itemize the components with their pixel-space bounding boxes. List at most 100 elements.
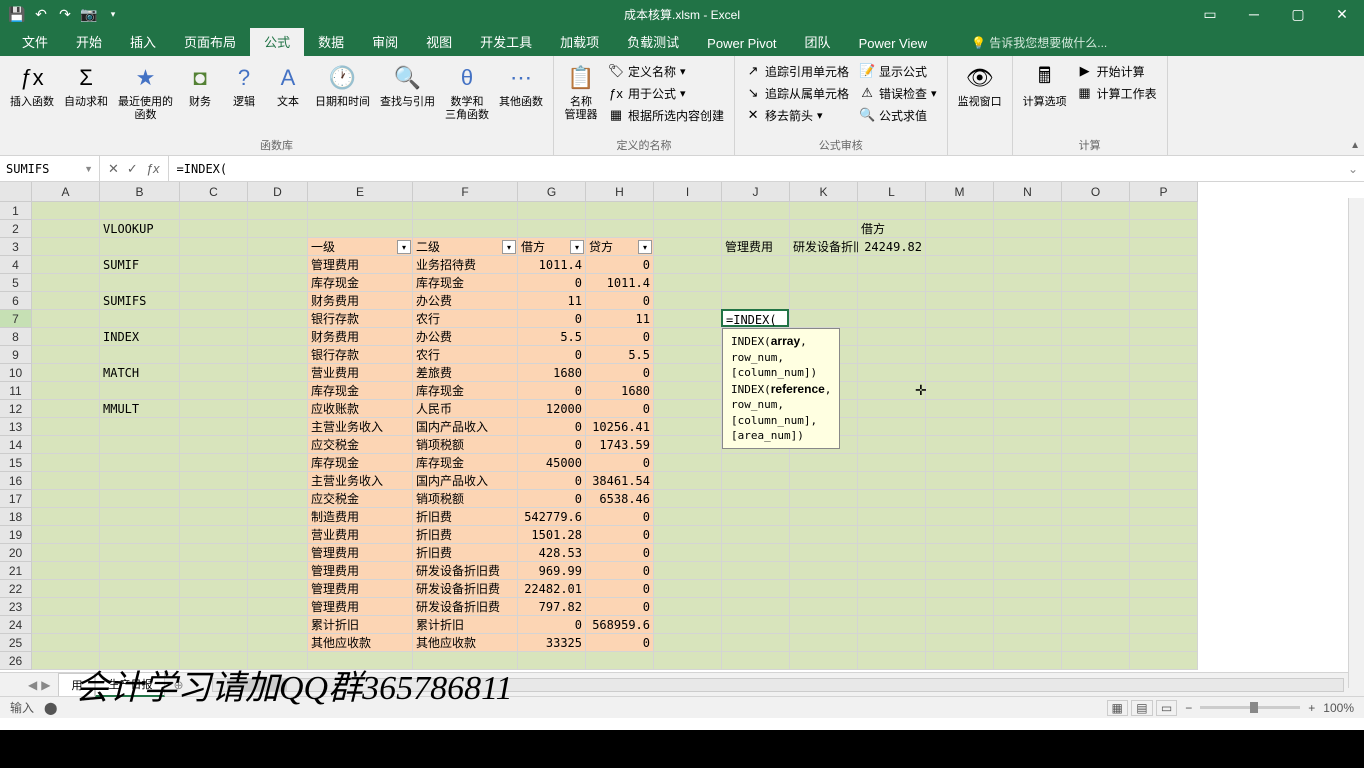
- cell-E20[interactable]: 管理费用: [308, 544, 413, 562]
- cell-G10[interactable]: 1680: [518, 364, 586, 382]
- cell-E23[interactable]: 管理费用: [308, 598, 413, 616]
- undo-icon[interactable]: ↶: [30, 3, 52, 25]
- row-header-19[interactable]: 19: [0, 526, 32, 544]
- row-header-26[interactable]: 26: [0, 652, 32, 670]
- cell-F23[interactable]: 研发设备折旧费: [413, 598, 518, 616]
- cell-G5[interactable]: 0: [518, 274, 586, 292]
- col-header-H[interactable]: H: [586, 182, 654, 202]
- ribbon-options-icon[interactable]: ▭: [1188, 0, 1232, 28]
- show-formulas-button[interactable]: 📝显示公式: [855, 60, 941, 82]
- normal-view-icon[interactable]: ▦: [1107, 700, 1128, 716]
- tab-view[interactable]: 视图: [412, 27, 466, 56]
- cell-G15[interactable]: 45000: [518, 454, 586, 472]
- cell-F14[interactable]: 销项税额: [413, 436, 518, 454]
- filter-dropdown-E[interactable]: ▾: [397, 240, 411, 254]
- row-header-24[interactable]: 24: [0, 616, 32, 634]
- cell-F12[interactable]: 人民币: [413, 400, 518, 418]
- qat-dropdown-icon[interactable]: ▾: [102, 3, 124, 25]
- zoom-in-icon[interactable]: +: [1308, 701, 1315, 715]
- cell-H25[interactable]: 0: [586, 634, 654, 652]
- cell-L2[interactable]: 借方: [858, 220, 926, 238]
- cell-G23[interactable]: 797.82: [518, 598, 586, 616]
- cell-E22[interactable]: 管理费用: [308, 580, 413, 598]
- row-header-9[interactable]: 9: [0, 346, 32, 364]
- sheet-nav[interactable]: ◀▶: [20, 678, 58, 692]
- cell-B2[interactable]: VLOOKUP: [100, 220, 180, 238]
- tab-page-layout[interactable]: 页面布局: [170, 27, 250, 56]
- row-header-16[interactable]: 16: [0, 472, 32, 490]
- col-header-J[interactable]: J: [722, 182, 790, 202]
- select-all-button[interactable]: [0, 182, 32, 202]
- page-layout-icon[interactable]: ▤: [1131, 700, 1152, 716]
- cell-H8[interactable]: 0: [586, 328, 654, 346]
- name-box-dropdown-icon[interactable]: ▼: [84, 164, 93, 174]
- row-header-13[interactable]: 13: [0, 418, 32, 436]
- cell-G12[interactable]: 12000: [518, 400, 586, 418]
- cell-E19[interactable]: 营业费用: [308, 526, 413, 544]
- cell-F10[interactable]: 差旅费: [413, 364, 518, 382]
- tab-review[interactable]: 审阅: [358, 27, 412, 56]
- tab-power-view[interactable]: Power View: [845, 31, 941, 56]
- row-header-14[interactable]: 14: [0, 436, 32, 454]
- cancel-formula-icon[interactable]: ✕: [108, 161, 119, 177]
- cell-F6[interactable]: 办公费: [413, 292, 518, 310]
- cell-B8[interactable]: INDEX: [100, 328, 180, 346]
- recent-functions-button[interactable]: ★最近使用的 函数: [114, 60, 177, 124]
- cell-E5[interactable]: 库存现金: [308, 274, 413, 292]
- cell-F18[interactable]: 折旧费: [413, 508, 518, 526]
- row-header-15[interactable]: 15: [0, 454, 32, 472]
- row-header-3[interactable]: 3: [0, 238, 32, 256]
- sheet-tab-1[interactable]: 用: [58, 673, 95, 696]
- cell-G9[interactable]: 0: [518, 346, 586, 364]
- cell-H19[interactable]: 0: [586, 526, 654, 544]
- more-functions-button[interactable]: ⋯其他函数: [495, 60, 547, 124]
- row-header-4[interactable]: 4: [0, 256, 32, 274]
- camera-icon[interactable]: 📷: [78, 3, 100, 25]
- add-sheet-icon[interactable]: ⊕: [165, 678, 191, 692]
- cell-E11[interactable]: 库存现金: [308, 382, 413, 400]
- col-header-I[interactable]: I: [654, 182, 722, 202]
- cell-F5[interactable]: 库存现金: [413, 274, 518, 292]
- cell-G17[interactable]: 0: [518, 490, 586, 508]
- cell-H22[interactable]: 0: [586, 580, 654, 598]
- cell-H23[interactable]: 0: [586, 598, 654, 616]
- col-header-M[interactable]: M: [926, 182, 994, 202]
- calc-now-button[interactable]: ▶开始计算: [1073, 60, 1161, 82]
- insert-function-button[interactable]: ƒx插入函数: [6, 60, 58, 124]
- zoom-level[interactable]: 100%: [1323, 701, 1354, 715]
- cell-F25[interactable]: 其他应收款: [413, 634, 518, 652]
- remove-arrows-button[interactable]: ✕移去箭头 ▾: [741, 104, 853, 126]
- financial-button[interactable]: ◘财务: [179, 60, 221, 124]
- row-header-12[interactable]: 12: [0, 400, 32, 418]
- cell-F13[interactable]: 国内产品收入: [413, 418, 518, 436]
- watch-window-button[interactable]: 👁监视窗口: [954, 60, 1006, 111]
- formula-input[interactable]: =INDEX(: [169, 162, 1342, 176]
- cell-E24[interactable]: 累计折旧: [308, 616, 413, 634]
- row-header-7[interactable]: 7: [0, 310, 32, 328]
- cell-E6[interactable]: 财务费用: [308, 292, 413, 310]
- cell-F16[interactable]: 国内产品收入: [413, 472, 518, 490]
- calc-options-button[interactable]: 🖩计算选项: [1019, 60, 1071, 111]
- row-header-5[interactable]: 5: [0, 274, 32, 292]
- cell-H4[interactable]: 0: [586, 256, 654, 274]
- use-in-formula-button[interactable]: ƒx用于公式 ▾: [604, 82, 728, 104]
- tab-power-pivot[interactable]: Power Pivot: [693, 31, 790, 56]
- cell-H9[interactable]: 5.5: [586, 346, 654, 364]
- cell-B12[interactable]: MMULT: [100, 400, 180, 418]
- lookup-button[interactable]: 🔍查找与引用: [376, 60, 439, 124]
- cell-E10[interactable]: 营业费用: [308, 364, 413, 382]
- tab-developer[interactable]: 开发工具: [466, 27, 546, 56]
- maximize-icon[interactable]: ▢: [1276, 0, 1320, 28]
- name-manager-button[interactable]: 📋名称 管理器: [560, 60, 602, 126]
- filter-dropdown-F[interactable]: ▾: [502, 240, 516, 254]
- cell-H24[interactable]: 568959.6: [586, 616, 654, 634]
- vertical-scrollbar[interactable]: [1348, 198, 1364, 688]
- col-header-A[interactable]: A: [32, 182, 100, 202]
- trace-dependents-button[interactable]: ↘追踪从属单元格: [741, 82, 853, 104]
- close-icon[interactable]: ✕: [1320, 0, 1364, 28]
- cell-G25[interactable]: 33325: [518, 634, 586, 652]
- cell-F9[interactable]: 农行: [413, 346, 518, 364]
- cell-G16[interactable]: 0: [518, 472, 586, 490]
- zoom-out-icon[interactable]: −: [1185, 701, 1192, 715]
- row-header-22[interactable]: 22: [0, 580, 32, 598]
